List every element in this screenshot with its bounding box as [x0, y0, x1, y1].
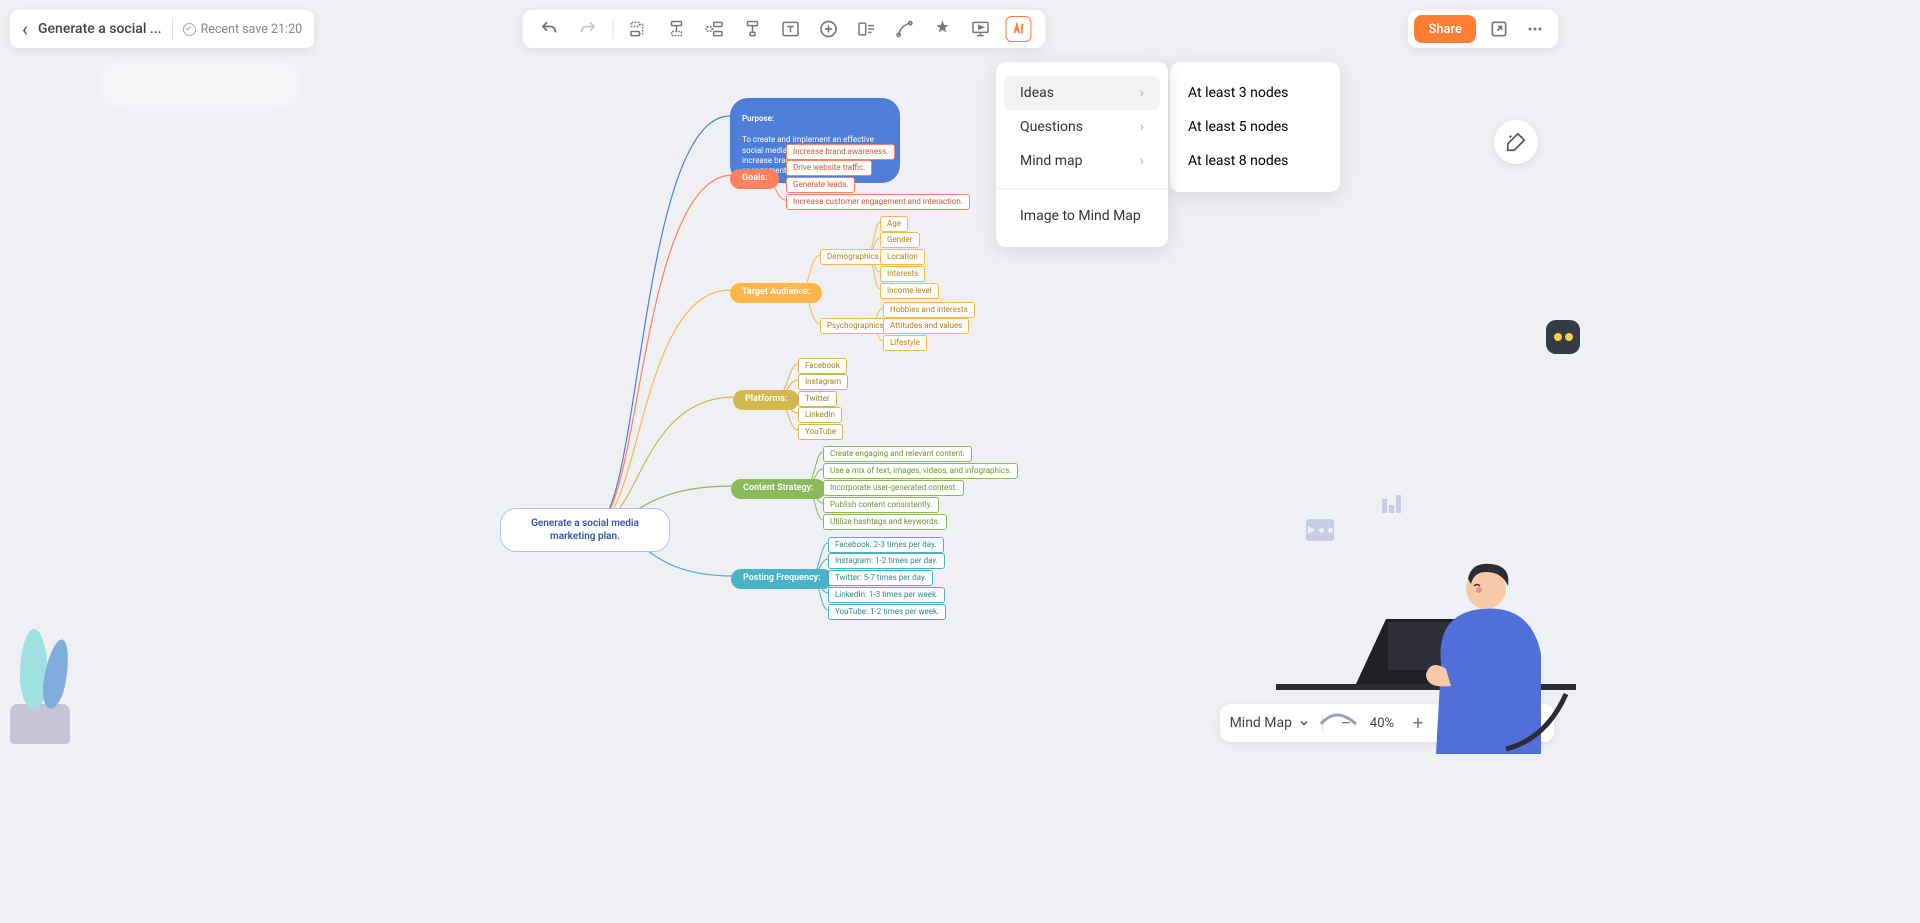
leaf-cont-2[interactable]: Incorporate user-generated content. [823, 480, 964, 496]
leaf-post-0[interactable]: Facebook: 2-3 times per day. [828, 537, 944, 553]
leaf-cont-3[interactable]: Publish content consistently. [823, 497, 939, 513]
node-demographics[interactable]: Demographics [820, 249, 886, 265]
leaf-demo-4[interactable]: Income level [880, 283, 939, 299]
node-root[interactable]: Generate a social media marketing plan. [500, 508, 670, 552]
node-label: Purpose: [742, 114, 774, 123]
leaf-plat-4[interactable]: YouTube [798, 424, 843, 440]
chevron-right-icon: › [1140, 85, 1144, 101]
leaf-goals-0[interactable]: Increase brand awareness. [786, 144, 895, 160]
leaf-demo-2[interactable]: Location [880, 249, 925, 265]
leaf-plat-3[interactable]: LinkedIn [798, 407, 842, 423]
chevron-right-icon: › [1140, 153, 1144, 169]
leaf-psy-1[interactable]: Attitudes and values [883, 318, 969, 334]
leaf-plat-0[interactable]: Facebook [798, 358, 847, 374]
node-target-audience[interactable]: Target Audience: [730, 283, 822, 303]
leaf-goals-2[interactable]: Generate leads. [786, 177, 855, 193]
menu-label: Image to Mind Map [1020, 208, 1141, 224]
menu-mindmap[interactable]: Mind map › [1004, 144, 1160, 178]
menu-separator [996, 188, 1168, 189]
menu-ideas[interactable]: Ideas › [1004, 76, 1160, 110]
ai-menu: Ideas › Questions › Mind map › Image to … [996, 62, 1168, 247]
leaf-cont-0[interactable]: Create engaging and relevant content. [823, 446, 972, 462]
submenu-3-nodes[interactable]: At least 3 nodes [1170, 76, 1340, 110]
menu-label: Mind map [1020, 153, 1082, 169]
leaf-demo-3[interactable]: Interests [880, 266, 925, 282]
leaf-demo-1[interactable]: Gender [880, 232, 920, 248]
leaf-demo-0[interactable]: Age [880, 216, 908, 232]
leaf-post-2[interactable]: Twitter: 5-7 times per day. [828, 570, 933, 586]
leaf-goals-1[interactable]: Drive website traffic. [786, 160, 872, 176]
submenu-8-nodes[interactable]: At least 8 nodes [1170, 144, 1340, 178]
leaf-cont-1[interactable]: Use a mix of text, images, videos, and i… [823, 463, 1018, 479]
submenu-5-nodes[interactable]: At least 5 nodes [1170, 110, 1340, 144]
leaf-cont-4[interactable]: Utilize hashtags and keywords. [823, 514, 947, 530]
node-goals[interactable]: Goals: [730, 169, 779, 189]
leaf-psy-2[interactable]: Lifestyle [883, 335, 927, 351]
leaf-post-4[interactable]: YouTube: 1-2 times per week. [828, 604, 946, 620]
menu-label: Ideas [1020, 85, 1054, 101]
menu-label: Questions [1020, 119, 1083, 135]
menu-questions[interactable]: Questions › [1004, 110, 1160, 144]
node-posting-frequency[interactable]: Posting Frequency: [731, 569, 833, 589]
menu-image-to-mindmap[interactable]: Image to Mind Map [1004, 199, 1160, 233]
node-content-strategy[interactable]: Content Strategy: [731, 479, 826, 499]
leaf-plat-2[interactable]: Twitter [798, 391, 837, 407]
ai-submenu-nodes: At least 3 nodes At least 5 nodes At lea… [1170, 62, 1340, 192]
chevron-right-icon: › [1140, 119, 1144, 135]
node-psychographics[interactable]: Psychographics [820, 318, 891, 334]
leaf-post-1[interactable]: Instagram: 1-2 times per day. [828, 553, 945, 569]
leaf-goals-3[interactable]: Increase customer engagement and interac… [786, 194, 970, 210]
leaf-plat-1[interactable]: Instagram [798, 374, 848, 390]
leaf-post-3[interactable]: LinkedIn: 1-3 times per week. [828, 587, 945, 603]
node-platforms[interactable]: Platforms: [733, 390, 799, 410]
leaf-psy-0[interactable]: Hobbies and interests [883, 302, 975, 318]
